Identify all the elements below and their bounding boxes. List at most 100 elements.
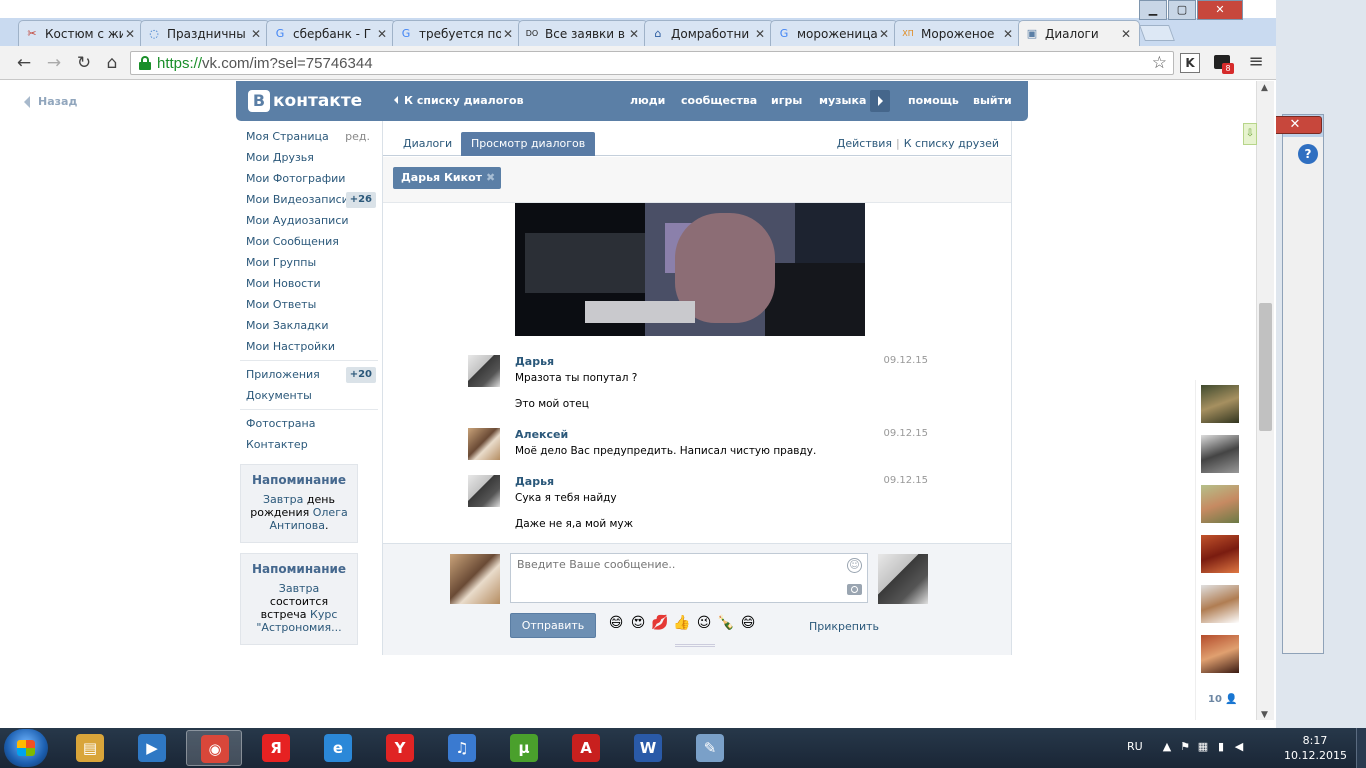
address-bar[interactable]: https://vk.com/im?sel=75746344 ☆: [130, 51, 1174, 75]
menu-item[interactable]: Мои Настройки: [240, 336, 378, 357]
menu-item[interactable]: Мои Группы: [240, 252, 378, 273]
reminder-when[interactable]: Завтра: [263, 493, 303, 506]
menu-item[interactable]: Документы: [240, 385, 378, 406]
nav-communities[interactable]: сообщества: [681, 94, 757, 107]
emoji-icon[interactable]: 🍾: [715, 615, 737, 631]
side-widget-icon[interactable]: ⇩: [1243, 123, 1257, 145]
menu-item[interactable]: Мои Фотографии: [240, 168, 378, 189]
tray-network-icon[interactable]: ▦: [1194, 740, 1212, 753]
reminder-when[interactable]: Завтра: [279, 582, 319, 595]
close-tab-icon[interactable]: ✕: [501, 27, 515, 41]
edit-link[interactable]: ред.: [345, 126, 370, 147]
menu-item[interactable]: Мои Новости: [240, 273, 378, 294]
browser-tab[interactable]: Gмороженица ✕: [770, 20, 898, 46]
actions-link[interactable]: Действия: [837, 137, 892, 150]
browser-tab[interactable]: DO Все заявки в ✕: [518, 20, 648, 46]
tray-volume-icon[interactable]: ◀: [1230, 740, 1248, 753]
menu-item[interactable]: Мои Ответы: [240, 294, 378, 315]
menu-item[interactable]: Приложения +20: [240, 364, 378, 385]
tab-dialogs[interactable]: Диалоги: [393, 132, 462, 156]
close-tab-icon[interactable]: ✕: [1001, 27, 1015, 41]
message[interactable]: Дарья 09.12.15 Сука я тебя найду Даже не я,…: [468, 475, 928, 535]
tray-flag-icon[interactable]: ⚑: [1176, 740, 1194, 753]
browser-tab[interactable]: ✂ Костюм с жи ✕: [18, 20, 144, 46]
maximize-button[interactable]: ▢: [1168, 0, 1196, 20]
message-avatar[interactable]: [468, 428, 500, 460]
background-window-close-icon[interactable]: ✕: [1268, 116, 1322, 134]
message-author[interactable]: Дарья: [515, 355, 554, 368]
nav-help[interactable]: помощь: [908, 94, 959, 107]
menu-item-count[interactable]: +26: [345, 192, 376, 208]
close-window-button[interactable]: ✕: [1197, 0, 1243, 20]
background-window[interactable]: [1282, 114, 1324, 654]
menu-item-count[interactable]: +20: [345, 367, 376, 383]
to-friends-link[interactable]: К списку друзей: [904, 137, 999, 150]
chrome-menu-icon[interactable]: ≡: [1246, 53, 1266, 73]
close-tab-icon[interactable]: ✕: [877, 27, 891, 41]
nav-music[interactable]: музыка: [819, 94, 866, 107]
camera-icon[interactable]: [847, 584, 862, 595]
menu-item[interactable]: Контактер: [240, 434, 378, 455]
close-tab-icon[interactable]: ✕: [1119, 27, 1133, 41]
close-tab-icon[interactable]: ✕: [123, 27, 137, 41]
peer-tag[interactable]: Дарья Кикот ✖: [393, 167, 502, 189]
message-avatar[interactable]: [468, 475, 500, 507]
friends-count[interactable]: 10 👤: [1208, 694, 1238, 705]
browser-tab[interactable]: ХП Мороженое ✕: [894, 20, 1022, 46]
message[interactable]: Алексей 09.12.15 Моё дело Вас предупредить…: [468, 428, 928, 462]
browser-tab[interactable]: ◌ Праздничны ✕: [140, 20, 270, 46]
taskbar-ie-button[interactable]: e: [310, 730, 366, 766]
reload-icon[interactable]: ↻: [72, 52, 96, 74]
menu-item[interactable]: Мои Сообщения: [240, 231, 378, 252]
music-play-icon[interactable]: [870, 90, 890, 112]
nav-games[interactable]: игры: [771, 94, 802, 107]
emoji-icon[interactable]: 👍: [671, 615, 693, 631]
to-dialogs-link[interactable]: К списку диалогов: [394, 94, 524, 107]
extension-k-icon[interactable]: K: [1180, 53, 1200, 73]
emoji-icon[interactable]: 😍: [627, 615, 649, 631]
start-button[interactable]: [4, 729, 48, 767]
home-icon[interactable]: ⌂: [100, 52, 124, 74]
tray-expand-icon[interactable]: ▲: [1158, 740, 1176, 753]
attached-photo[interactable]: [515, 203, 865, 336]
tray-battery-icon[interactable]: ▮: [1212, 740, 1230, 753]
taskbar-word-button[interactable]: W: [620, 730, 676, 766]
clock[interactable]: 8:17 10.12.2015: [1284, 733, 1347, 763]
friend-avatar[interactable]: [1201, 385, 1239, 423]
friend-avatar[interactable]: [1201, 635, 1239, 673]
browser-tab[interactable]: ⌂ Домработни ✕: [644, 20, 774, 46]
close-tab-icon[interactable]: ✕: [375, 27, 389, 41]
back-arrow-icon[interactable]: ←: [12, 52, 36, 74]
friend-avatar[interactable]: [1201, 585, 1239, 623]
send-button[interactable]: Отправить: [510, 613, 596, 638]
menu-item[interactable]: Фотострана: [240, 413, 378, 434]
resize-grip[interactable]: [675, 644, 715, 647]
menu-item[interactable]: Мои Закладки: [240, 315, 378, 336]
bookmark-star-icon[interactable]: ☆: [1152, 53, 1167, 73]
language-indicator[interactable]: RU: [1127, 740, 1143, 753]
help-icon[interactable]: ?: [1298, 144, 1318, 164]
peer-avatar[interactable]: [878, 554, 928, 604]
message-author[interactable]: Алексей: [515, 428, 568, 441]
close-tab-icon[interactable]: ✕: [627, 27, 641, 41]
nav-people[interactable]: люди: [630, 94, 665, 107]
taskbar-chrome-button[interactable]: ◉: [186, 730, 242, 766]
nav-logout[interactable]: выйти: [973, 94, 1012, 107]
friend-avatar[interactable]: [1201, 535, 1239, 573]
browser-tab[interactable]: Gсбербанк - Г ✕: [266, 20, 396, 46]
new-tab-button[interactable]: [1139, 25, 1175, 41]
url-text[interactable]: https://vk.com/im?sel=75746344: [157, 55, 373, 72]
attach-link[interactable]: Прикрепить: [809, 620, 879, 633]
message-author[interactable]: Дарья: [515, 475, 554, 488]
friend-avatar[interactable]: [1201, 485, 1239, 523]
message-history[interactable]: Дарья 09.12.15 Мразота ты попутал ? Это мой…: [383, 203, 1011, 545]
browser-tab[interactable]: ▣ Диалоги ✕: [1018, 20, 1140, 46]
my-avatar[interactable]: [450, 554, 500, 604]
taskbar-media-player-button[interactable]: ▶: [124, 730, 180, 766]
minimize-button[interactable]: ▁: [1139, 0, 1167, 20]
show-desktop-button[interactable]: [1356, 728, 1366, 768]
menu-item[interactable]: Моя Страница ред.: [240, 126, 378, 147]
taskbar-yandex-browser-button[interactable]: Y: [372, 730, 428, 766]
forward-arrow-icon[interactable]: →: [42, 52, 66, 74]
browser-tab[interactable]: Gтребуется по ✕: [392, 20, 522, 46]
